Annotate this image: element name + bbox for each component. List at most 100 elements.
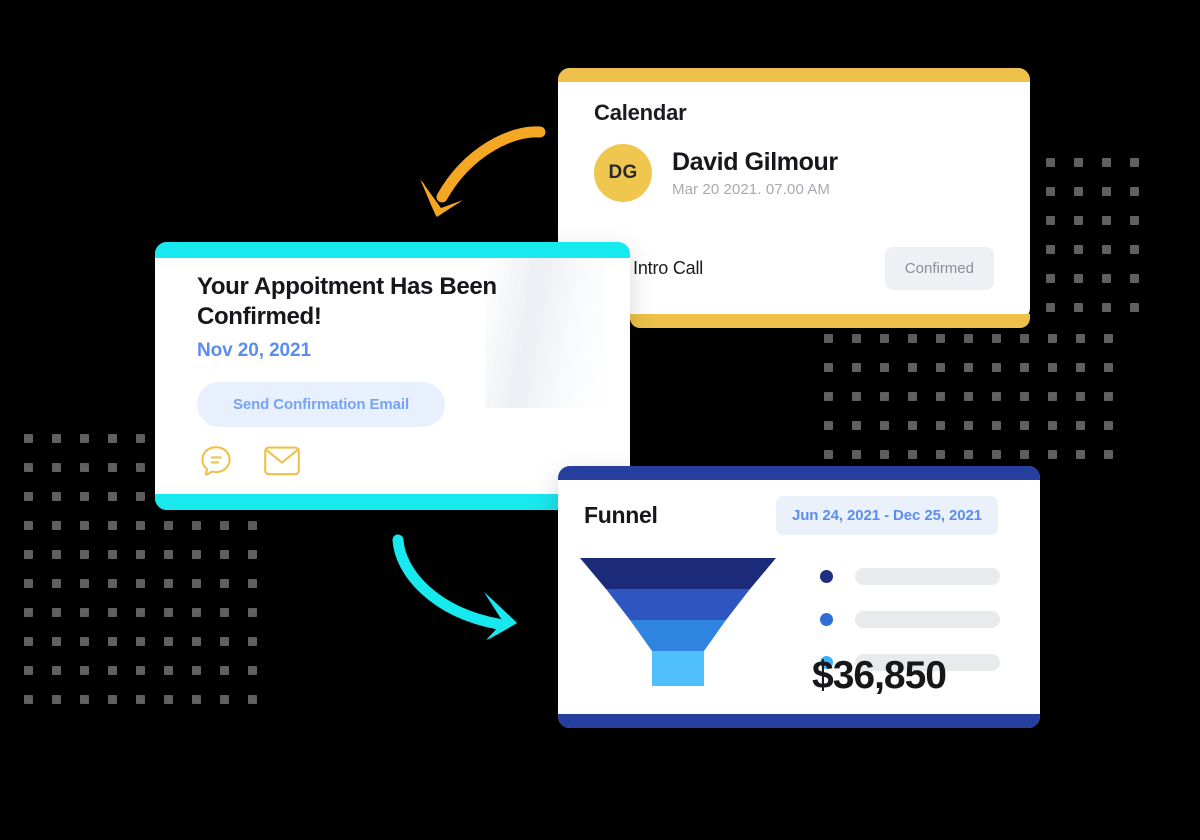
funnel-card-bottom-accent-bar [558, 714, 1040, 728]
decorative-dot [1046, 303, 1055, 312]
decorative-dot [24, 463, 33, 472]
decorative-dot [192, 579, 201, 588]
decorative-dot [1104, 334, 1113, 343]
decorative-dot [1074, 303, 1083, 312]
decorative-dot [192, 521, 201, 530]
send-confirmation-email-button[interactable]: Send Confirmation Email [197, 382, 445, 427]
funnel-segment-4 [652, 651, 704, 686]
status-badge[interactable]: Confirmed [884, 246, 994, 290]
legend-dot-icon [820, 570, 833, 583]
funnel-chart-svg [580, 558, 776, 686]
decorative-dot [136, 695, 145, 704]
decorative-dot [108, 666, 117, 675]
decorative-dot [908, 363, 917, 372]
decorative-dot [1048, 421, 1057, 430]
orange-curved-arrow-icon [420, 126, 546, 217]
decorative-dot [164, 521, 173, 530]
decorative-dot [880, 421, 889, 430]
decorative-dot [1074, 274, 1083, 283]
chat-bubble-icon[interactable] [197, 442, 235, 480]
decorative-dot [1130, 303, 1139, 312]
decorative-dot [1046, 274, 1055, 283]
appointment-card-top-accent-bar [155, 242, 630, 258]
decorative-dot [192, 637, 201, 646]
decorative-dot [220, 521, 229, 530]
decorative-dot [880, 392, 889, 401]
funnel-card: Funnel Jun 24, 2021 - Dec 25, 2021 $36,8… [558, 466, 1040, 728]
decorative-dot [192, 608, 201, 617]
decorative-dot [1102, 303, 1111, 312]
decorative-dot [1076, 392, 1085, 401]
decorative-dot [936, 392, 945, 401]
decorative-dot [1104, 363, 1113, 372]
date-range-picker[interactable]: Jun 24, 2021 - Dec 25, 2021 [776, 496, 998, 535]
decorative-dot [992, 392, 1001, 401]
decorative-dot [1130, 158, 1139, 167]
decorative-dot [824, 450, 833, 459]
decorative-dot [52, 463, 61, 472]
calendar-card-bottom-accent-bar [630, 314, 1030, 328]
decorative-dot [192, 666, 201, 675]
appointment-confirmation-card: Your Appoitment Has Been Confirmed! Nov … [155, 242, 630, 510]
decorative-dot [192, 550, 201, 559]
decorative-dot [964, 450, 973, 459]
decorative-dot [220, 637, 229, 646]
decorative-dot [1102, 245, 1111, 254]
envelope-icon[interactable] [263, 444, 301, 478]
decorative-dot [52, 521, 61, 530]
decorative-dot [80, 695, 89, 704]
decorative-dot [108, 463, 117, 472]
decorative-dot [136, 492, 145, 501]
decorative-dot [24, 637, 33, 646]
funnel-chart [580, 558, 776, 686]
decorative-dot [248, 579, 257, 588]
decorative-dot [164, 695, 173, 704]
decorative-dot [52, 550, 61, 559]
funnel-total-amount: $36,850 [812, 654, 947, 697]
decorative-dot [24, 695, 33, 704]
decorative-dot [80, 579, 89, 588]
decorative-dot [136, 434, 145, 443]
decorative-dot [52, 666, 61, 675]
decorative-dot [908, 450, 917, 459]
decorative-dot [852, 363, 861, 372]
decorative-dot [52, 492, 61, 501]
decorative-dot [248, 695, 257, 704]
decorative-dot [24, 608, 33, 617]
decorative-dot [24, 579, 33, 588]
decorative-dot [80, 637, 89, 646]
decorative-dot [108, 550, 117, 559]
decorative-dot [136, 463, 145, 472]
legend-dot-icon [820, 613, 833, 626]
decorative-dot [1020, 421, 1029, 430]
decorative-dot [824, 421, 833, 430]
decorative-dot [164, 579, 173, 588]
decorative-dot [936, 363, 945, 372]
decorative-dot [992, 334, 1001, 343]
decorative-dot [1020, 363, 1029, 372]
decorative-dot [1104, 421, 1113, 430]
decorative-dot [1074, 187, 1083, 196]
decorative-dot [1076, 421, 1085, 430]
decorative-dot [52, 637, 61, 646]
appointment-action-icons [197, 442, 301, 480]
person-name: David Gilmour [672, 148, 838, 177]
decorative-dot [248, 521, 257, 530]
decorative-dot [936, 334, 945, 343]
decorative-dot [52, 434, 61, 443]
decorative-dot [80, 550, 89, 559]
decorative-dot [824, 363, 833, 372]
decorative-dot [80, 463, 89, 472]
decorative-dot [108, 579, 117, 588]
funnel-card-top-accent-bar [558, 466, 1040, 480]
decorative-dot [1076, 450, 1085, 459]
decorative-dot [136, 608, 145, 617]
decorative-dot [1046, 187, 1055, 196]
decorative-dot [852, 392, 861, 401]
decorative-dot [80, 434, 89, 443]
decorative-dot [852, 421, 861, 430]
decorative-dot [852, 334, 861, 343]
decorative-dot [1074, 245, 1083, 254]
funnel-card-title: Funnel [584, 502, 658, 528]
decorative-dot [108, 695, 117, 704]
